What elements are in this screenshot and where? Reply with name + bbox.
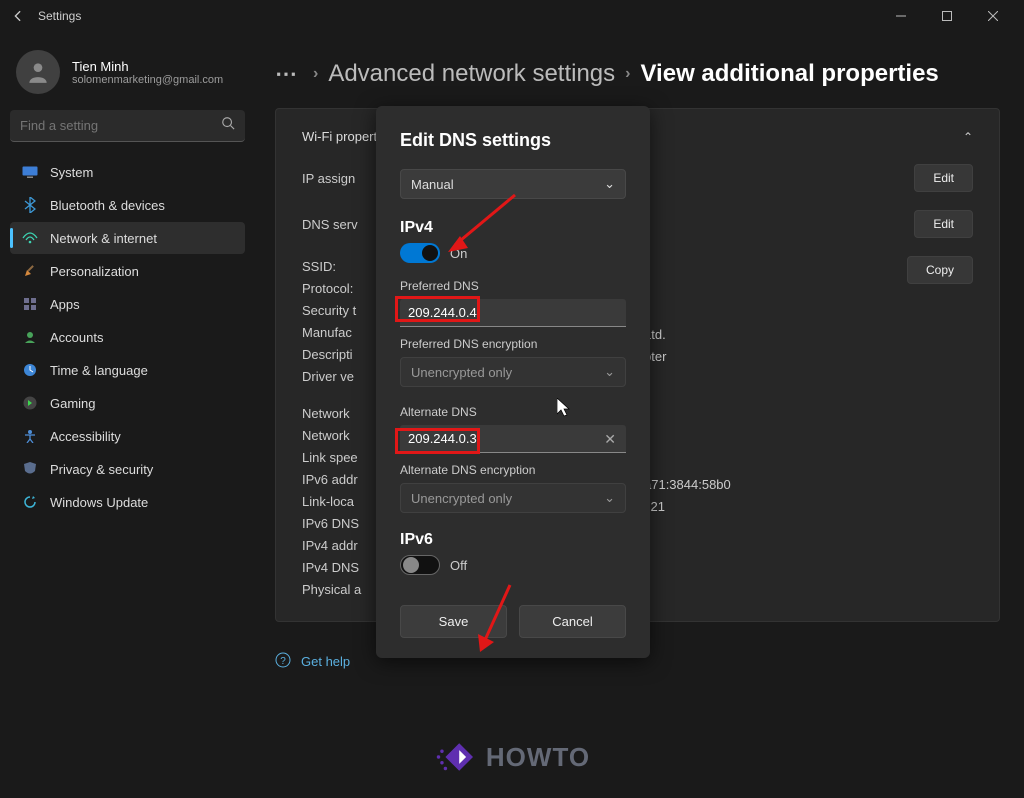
network-icon xyxy=(22,230,38,246)
edit-ip-button[interactable]: Edit xyxy=(914,164,973,192)
sidebar-item-label: Time & language xyxy=(50,363,148,378)
clear-input-icon[interactable]: ✕ xyxy=(604,431,616,448)
ipv6-toggle-label: Off xyxy=(450,558,467,573)
annotation-arrow xyxy=(440,190,520,260)
sidebar-item-label: Windows Update xyxy=(50,495,148,510)
help-icon: ? xyxy=(275,652,291,671)
alternate-enc-label: Alternate DNS encryption xyxy=(400,463,626,477)
accessibility-icon xyxy=(22,428,38,444)
search-input-wrap[interactable] xyxy=(10,110,245,142)
sidebar-item-accessibility[interactable]: Accessibility xyxy=(10,420,245,452)
sidebar-item-gaming[interactable]: Gaming xyxy=(10,387,245,419)
sidebar-item-label: Accessibility xyxy=(50,429,121,444)
preferred-enc-select[interactable]: Unencrypted only ⌄ xyxy=(400,357,626,387)
maximize-button[interactable] xyxy=(924,0,970,32)
bluetooth-icon xyxy=(22,197,38,213)
chevron-up-icon[interactable]: ⌃ xyxy=(963,130,973,144)
system-icon xyxy=(22,164,38,180)
chevron-down-icon: ⌄ xyxy=(604,490,615,506)
cancel-button[interactable]: Cancel xyxy=(519,605,626,638)
accounts-icon xyxy=(22,329,38,345)
ipv6-section-title: IPv6 xyxy=(400,531,626,549)
cursor-icon xyxy=(557,398,573,418)
chevron-down-icon: ⌄ xyxy=(604,364,615,380)
sidebar-item-network[interactable]: Network & internet xyxy=(10,222,245,254)
breadcrumb-current: View additional properties xyxy=(640,60,938,88)
preferred-dns-input[interactable] xyxy=(400,299,626,327)
sidebar-item-apps[interactable]: Apps xyxy=(10,288,245,320)
close-button[interactable] xyxy=(970,0,1016,32)
ipv6-toggle[interactable] xyxy=(400,555,440,575)
search-input[interactable] xyxy=(20,118,221,133)
preferred-dns-label: Preferred DNS xyxy=(400,279,626,293)
sidebar-item-label: Privacy & security xyxy=(50,462,153,477)
watermark-icon xyxy=(434,734,480,780)
chevron-right-icon: › xyxy=(625,65,630,83)
search-icon xyxy=(221,116,235,135)
chevron-down-icon: ⌄ xyxy=(604,176,615,192)
alternate-dns-input[interactable] xyxy=(400,425,626,453)
sidebar-item-label: System xyxy=(50,165,93,180)
sidebar-item-label: Gaming xyxy=(50,396,96,411)
sidebar-item-label: Personalization xyxy=(50,264,139,279)
alternate-enc-select[interactable]: Unencrypted only ⌄ xyxy=(400,483,626,513)
sidebar-item-system[interactable]: System xyxy=(10,156,245,188)
svg-text:?: ? xyxy=(280,656,286,667)
user-name: Tien Minh xyxy=(72,59,223,74)
personalization-icon xyxy=(22,263,38,279)
sidebar-item-personalization[interactable]: Personalization xyxy=(10,255,245,287)
kv-labels: SSID:Protocol:Security t ManufacDescript… xyxy=(302,256,361,601)
sidebar-item-time[interactable]: Time & language xyxy=(10,354,245,386)
update-icon xyxy=(22,494,38,510)
alternate-dns-label: Alternate DNS xyxy=(400,405,626,419)
gaming-icon xyxy=(22,395,38,411)
watermark-text: HOWTO xyxy=(486,742,590,773)
sidebar-item-label: Apps xyxy=(50,297,80,312)
dialog-title: Edit DNS settings xyxy=(400,130,626,151)
sidebar-item-privacy[interactable]: Privacy & security xyxy=(10,453,245,485)
sidebar-nav: System Bluetooth & devices Network & int… xyxy=(10,156,245,518)
window-title: Settings xyxy=(38,9,81,23)
breadcrumb-advanced[interactable]: Advanced network settings xyxy=(328,60,615,88)
minimize-button[interactable] xyxy=(878,0,924,32)
back-button[interactable] xyxy=(8,6,28,26)
shield-icon xyxy=(22,461,38,477)
sidebar-item-bluetooth[interactable]: Bluetooth & devices xyxy=(10,189,245,221)
breadcrumb: ⋯ › Advanced network settings › View add… xyxy=(275,60,1000,88)
sidebar-item-label: Network & internet xyxy=(50,231,157,246)
sidebar-item-label: Accounts xyxy=(50,330,103,345)
value-fragment: a71:3844:58b0 xyxy=(644,477,731,492)
edit-dns-dialog: Edit DNS settings Manual ⌄ IPv4 On Prefe… xyxy=(376,106,650,658)
edit-dns-button[interactable]: Edit xyxy=(914,210,973,238)
breadcrumb-more-icon[interactable]: ⋯ xyxy=(275,61,299,87)
avatar[interactable] xyxy=(16,50,60,94)
watermark: HOWTO xyxy=(434,734,590,780)
apps-icon xyxy=(22,296,38,312)
preferred-enc-label: Preferred DNS encryption xyxy=(400,337,626,351)
user-email: solomenmarketing@gmail.com xyxy=(72,74,223,86)
time-icon xyxy=(22,362,38,378)
copy-button[interactable]: Copy xyxy=(907,256,973,284)
sidebar-item-label: Bluetooth & devices xyxy=(50,198,165,213)
sidebar-item-update[interactable]: Windows Update xyxy=(10,486,245,518)
ipv4-toggle[interactable] xyxy=(400,243,440,263)
chevron-right-icon: › xyxy=(313,65,318,83)
sidebar-item-accounts[interactable]: Accounts xyxy=(10,321,245,353)
annotation-arrow xyxy=(470,580,530,660)
